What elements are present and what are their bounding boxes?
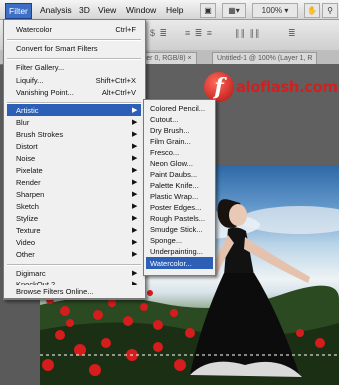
menu-bar: Filter Analysis 3D View Window Help ▣ ▦▾… [0, 0, 339, 20]
screen-mode-icon[interactable]: ▣ [200, 3, 216, 18]
menu-analysis[interactable]: Analysis [40, 4, 72, 16]
submenu-arrow-icon: ▶ [132, 227, 138, 234]
artistic-submenu: Colored Pencil... Cutout... Dry Brush...… [143, 99, 216, 276]
submenu-arrow-icon: ▶ [132, 107, 138, 114]
submenu-item-cutout[interactable]: Cutout... [150, 114, 178, 125]
menu-item-last-filter[interactable]: Watercolor [16, 24, 52, 35]
menu-separator [7, 264, 141, 266]
menu-item-digimarc[interactable]: Digimarc [16, 268, 46, 279]
submenu-item-poster-edges[interactable]: Poster Edges... [150, 202, 201, 213]
menu-item-texture[interactable]: Texture [16, 225, 41, 236]
menu-item-blur[interactable]: Blur [16, 117, 29, 128]
menu-window[interactable]: Window [126, 4, 156, 16]
submenu-arrow-icon: ▶ [132, 167, 138, 174]
arrange-documents-icon[interactable]: ▦▾ [222, 3, 246, 18]
submenu-arrow-icon: ▶ [132, 270, 138, 277]
zoom-tool-icon[interactable]: ⚲ [322, 3, 338, 18]
submenu-arrow-icon: ▶ [132, 179, 138, 186]
tab-document-2[interactable]: Untitled-1 @ 100% (Layer 1, R [212, 52, 318, 64]
menu-item-other[interactable]: Other [16, 249, 35, 260]
distribute-icon[interactable]: ≡ ≣ ≡ [185, 28, 213, 39]
menu-item-noise[interactable]: Noise [16, 153, 35, 164]
submenu-item-colored-pencil[interactable]: Colored Pencil... [150, 103, 205, 114]
menu-item-sharpen[interactable]: Sharpen [16, 189, 44, 200]
menu-item-stylize[interactable]: Stylize [16, 213, 38, 224]
submenu-item-neon-glow[interactable]: Neon Glow... [150, 158, 193, 169]
submenu-arrow-icon: ▶ [132, 143, 138, 150]
submenu-item-watercolor[interactable]: Watercolor... [150, 258, 192, 269]
align-icon[interactable]: $ ≣ [150, 28, 168, 39]
menu-separator [7, 39, 141, 41]
submenu-item-smudge-stick[interactable]: Smudge Stick... [150, 224, 203, 235]
submenu-arrow-icon: ▶ [132, 203, 138, 210]
menu-item-sketch[interactable]: Sketch [16, 201, 39, 212]
menu-filter[interactable]: Filter [5, 3, 32, 19]
submenu-item-underpainting[interactable]: Underpainting... [150, 246, 203, 257]
hand-tool-icon[interactable]: ✋ [304, 3, 320, 18]
submenu-item-paint-daubs[interactable]: Paint Daubs... [150, 169, 197, 180]
auto-align-icon[interactable]: ≣ [288, 28, 297, 39]
menu-item-pixelate[interactable]: Pixelate [16, 165, 43, 176]
menu-item-liquify[interactable]: Liquify... [16, 75, 43, 86]
menu-item-browse-filters-online[interactable]: Browse Filters Online... [16, 286, 94, 297]
menu-view[interactable]: View [98, 4, 116, 16]
shortcut-last-filter: Ctrl+F [115, 25, 136, 34]
shortcut-vanishing-point: Alt+Ctrl+V [101, 88, 136, 97]
submenu-arrow-icon: ▶ [132, 155, 138, 162]
watermark-text: aloflash.com [236, 78, 338, 96]
submenu-item-dry-brush[interactable]: Dry Brush... [150, 125, 190, 136]
zoom-level-dropdown[interactable]: 100% ▾ [252, 3, 298, 18]
submenu-arrow-icon: ▶ [132, 239, 138, 246]
menu-item-vanishing-point[interactable]: Vanishing Point... [16, 87, 74, 98]
filter-menu-footer: Browse Filters Online... [3, 285, 146, 299]
submenu-item-rough-pastels[interactable]: Rough Pastels... [150, 213, 205, 224]
submenu-item-sponge[interactable]: Sponge... [150, 235, 182, 246]
menu-item-convert-smart-filters[interactable]: Convert for Smart Filters [16, 43, 98, 54]
menu-item-render[interactable]: Render [16, 177, 41, 188]
menu-item-filter-gallery[interactable]: Filter Gallery... [16, 62, 64, 73]
submenu-item-palette-knife[interactable]: Palette Knife... [150, 180, 199, 191]
menu-separator [7, 58, 141, 60]
submenu-arrow-icon: ▶ [132, 131, 138, 138]
submenu-item-film-grain[interactable]: Film Grain... [150, 136, 191, 147]
submenu-arrow-icon: ▶ [132, 191, 138, 198]
filter-menu: Watercolor Ctrl+F Convert for Smart Filt… [3, 19, 146, 300]
menu-item-video[interactable]: Video [16, 237, 35, 248]
shortcut-liquify: Shift+Ctrl+X [95, 76, 136, 85]
submenu-arrow-icon: ▶ [132, 215, 138, 222]
menu-3d[interactable]: 3D [79, 4, 90, 16]
menu-item-distort[interactable]: Distort [16, 141, 38, 152]
menu-item-brush-strokes[interactable]: Brush Strokes [16, 129, 63, 140]
watermark-logo: f aloflash.com [204, 68, 339, 106]
submenu-arrow-icon: ▶ [132, 119, 138, 126]
submenu-item-plastic-wrap[interactable]: Plastic Wrap... [150, 191, 198, 202]
submenu-item-fresco[interactable]: Fresco... [150, 147, 179, 158]
menu-help[interactable]: Help [166, 4, 183, 16]
flash-logo-icon: f [204, 72, 234, 102]
zoom-level: 100% [261, 6, 283, 15]
menu-item-artistic[interactable]: Artistic [16, 105, 39, 116]
submenu-arrow-icon: ▶ [132, 251, 138, 258]
distribute-horizontal-icon[interactable]: ∥∥ ∥∥ [235, 28, 261, 39]
